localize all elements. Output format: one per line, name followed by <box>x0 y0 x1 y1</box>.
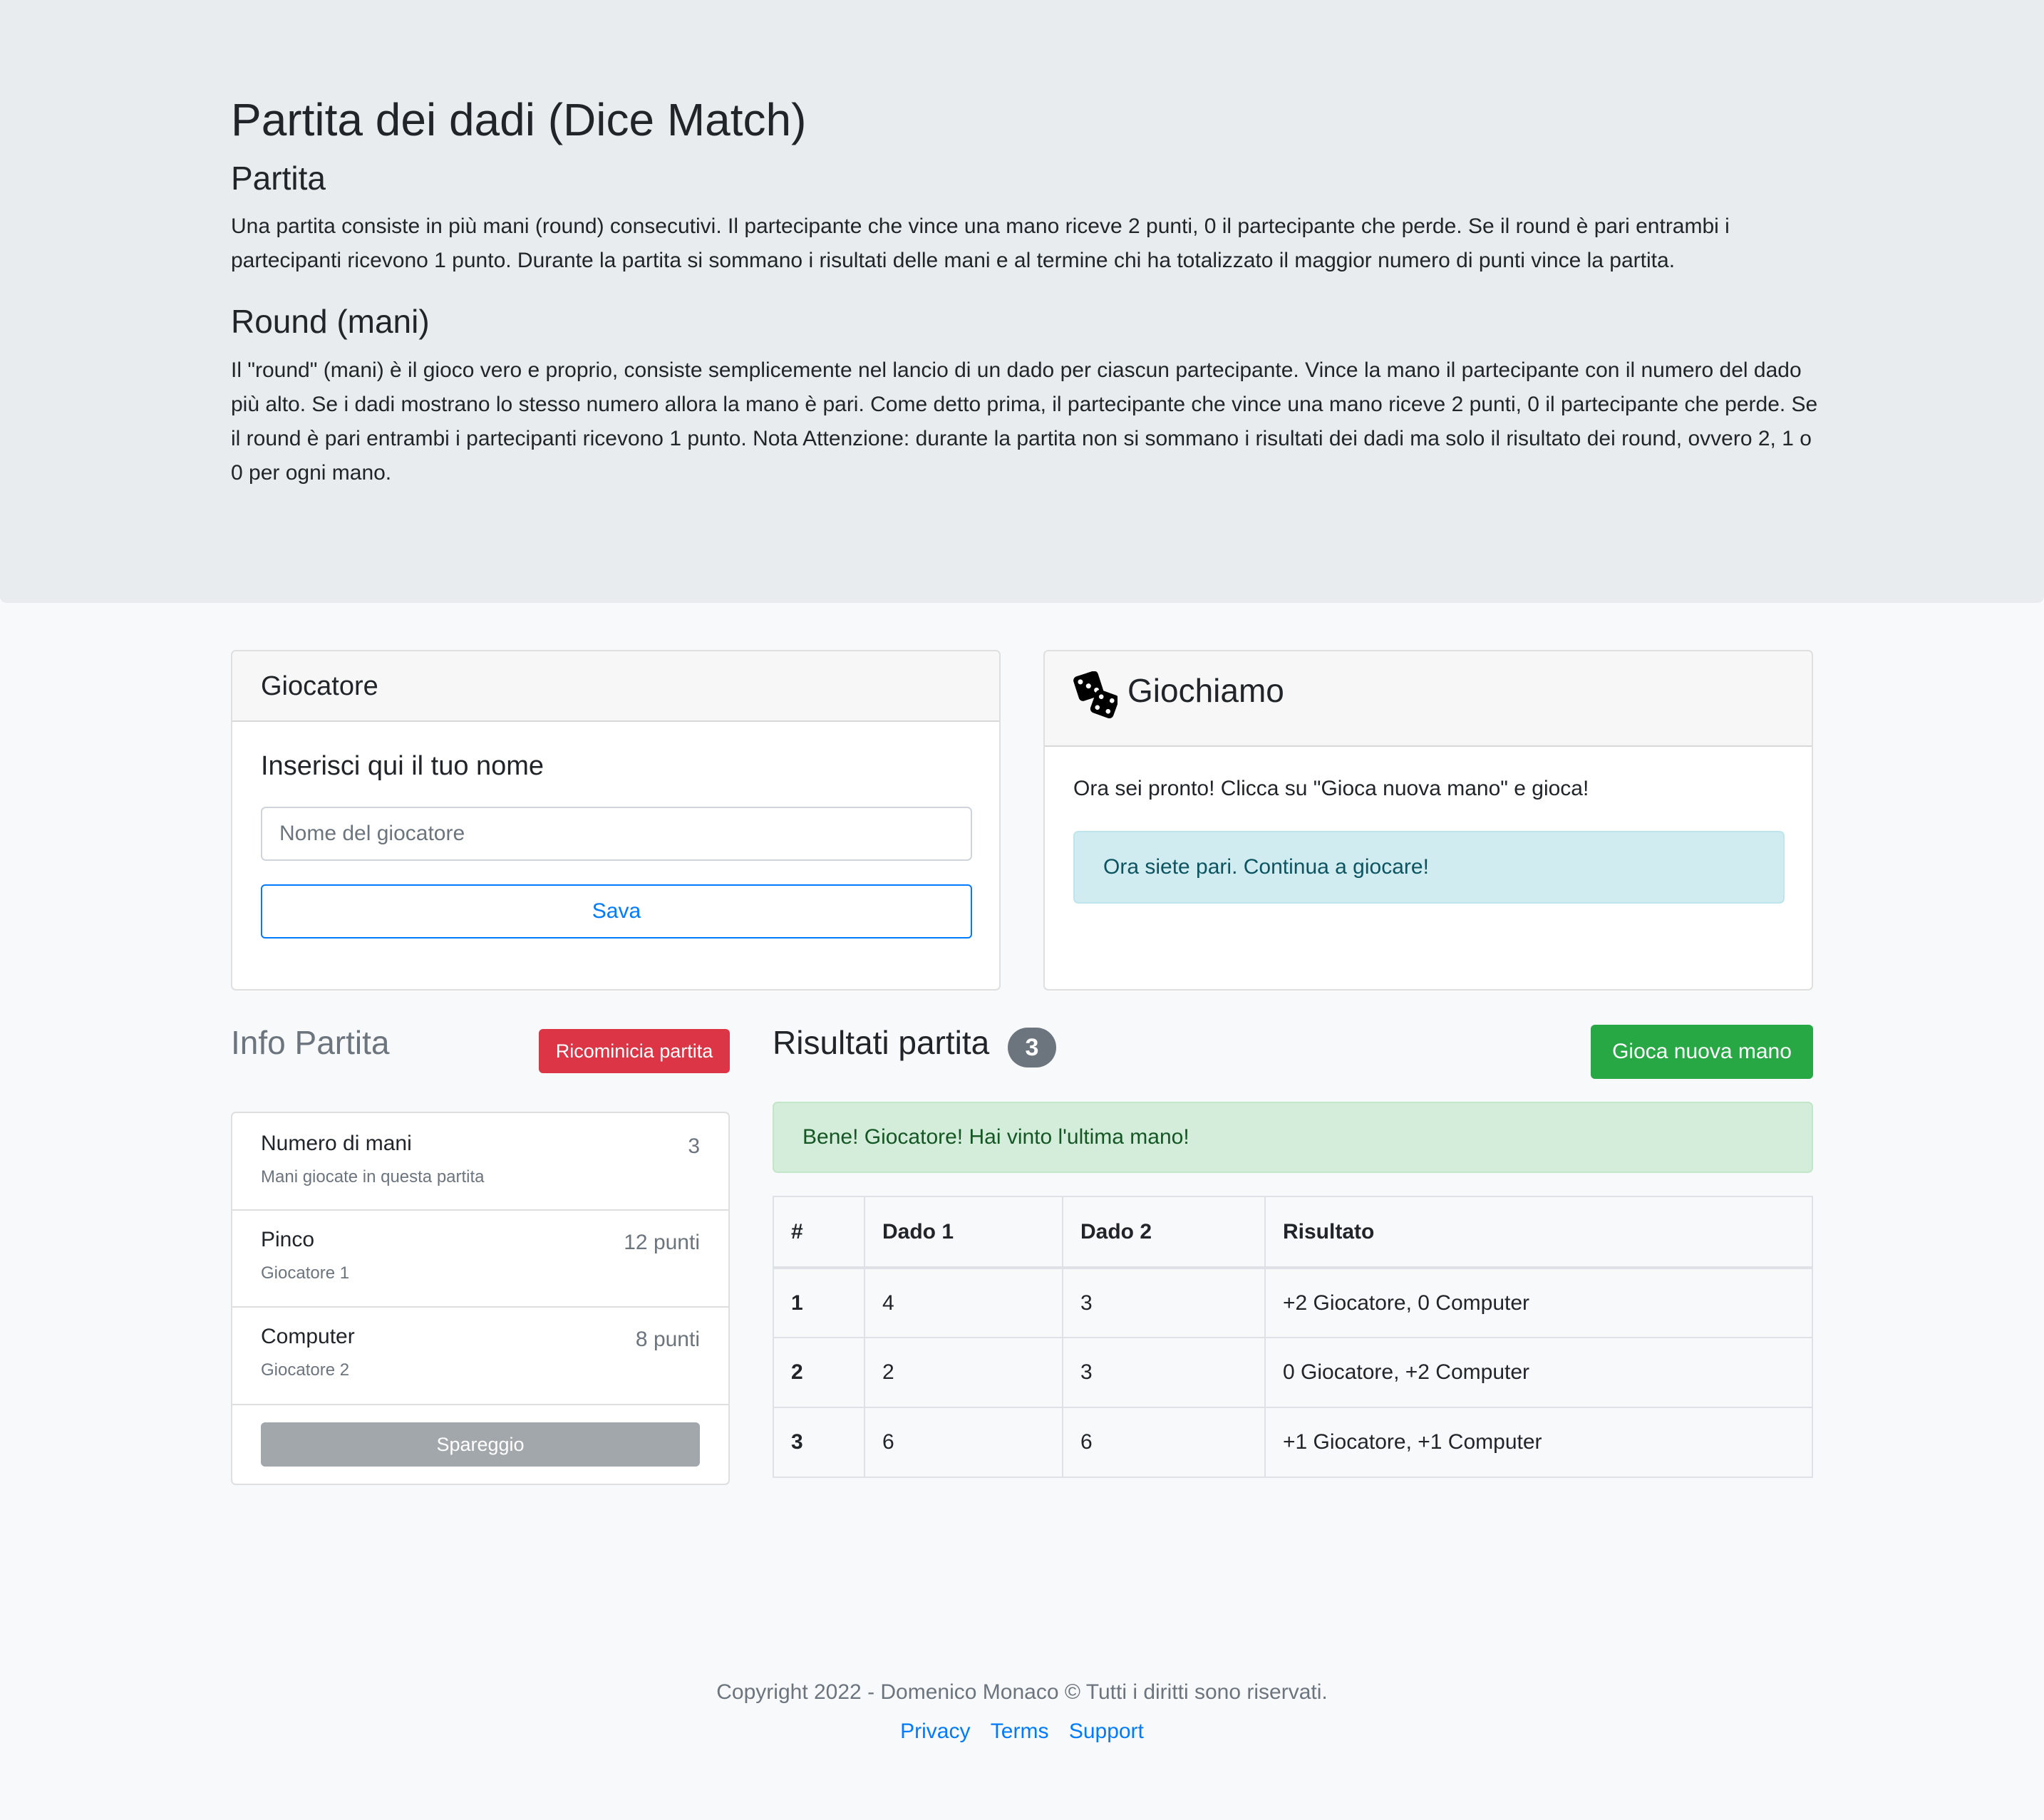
player-card: Giocatore Inserisci qui il tuo nome Sava <box>231 650 1001 991</box>
info-title: Info Partita <box>231 1024 390 1061</box>
play-card-title: Giochiamo <box>1127 672 1284 709</box>
tie-alert: Ora siete pari. Continua a giocare! <box>1073 831 1785 904</box>
list-item: Pinco Giocatore 1 12 punti <box>232 1211 728 1308</box>
play-instructions: Ora sei pronto! Clicca su "Gioca nuova m… <box>1073 777 1589 800</box>
list-item-value: 3 <box>688 1134 700 1158</box>
play-card: Giochiamo Ora sei pronto! Clicca su "Gio… <box>1043 650 1813 991</box>
table-row: 1 4 3 +2 Giocatore, 0 Computer <box>773 1267 1813 1338</box>
footer-link-privacy[interactable]: Privacy <box>900 1720 970 1743</box>
player-card-header: Giocatore <box>232 651 999 722</box>
round-number: 1 <box>773 1267 865 1338</box>
player-card-title: Giocatore <box>261 671 378 701</box>
die-2-value: 3 <box>1062 1267 1266 1338</box>
list-item-value: 12 punti <box>624 1231 700 1254</box>
footer-links: Privacy Terms Support <box>0 1720 2044 1744</box>
column-header: Risultato <box>1264 1196 1813 1269</box>
restart-match-button[interactable]: Ricominicia partita <box>539 1029 730 1073</box>
round-number: 2 <box>773 1337 865 1408</box>
save-button[interactable]: Sava <box>261 884 972 939</box>
list-item: Computer Giocatore 2 8 punti <box>232 1308 728 1405</box>
tiebreak-button[interactable]: Spareggio <box>261 1422 700 1467</box>
die-1-value: 6 <box>864 1407 1063 1478</box>
die-1-value: 2 <box>864 1337 1063 1408</box>
die-2-value: 3 <box>1062 1337 1266 1408</box>
dice-icon <box>1073 671 1120 719</box>
table-header-row: # Dado 1 Dado 2 Risultato <box>773 1196 1813 1269</box>
play-new-round-button[interactable]: Gioca nuova mano <box>1591 1025 1813 1079</box>
results-title: Risultati partita <box>773 1024 990 1061</box>
list-item-title: Numero di mani <box>261 1132 412 1155</box>
section-text-round: Il "round" (mani) è il gioco vero e prop… <box>231 358 1818 485</box>
section-heading-partita: Partita <box>231 160 326 197</box>
player-name-input[interactable] <box>261 807 972 861</box>
section-text-partita: Una partita consiste in più mani (round)… <box>231 214 1730 272</box>
intro-jumbotron: Partita dei dadi (Dice Match) Partita Un… <box>0 0 2044 603</box>
die-1-value: 4 <box>864 1267 1063 1338</box>
column-header: Dado 1 <box>864 1196 1063 1269</box>
section-heading-round: Round (mani) <box>231 303 430 340</box>
table-row: 3 6 6 +1 Giocatore, +1 Computer <box>773 1407 1813 1478</box>
column-header: # <box>773 1196 865 1269</box>
results-table: # Dado 1 Dado 2 Risultato 1 4 3 +2 Gioca… <box>773 1196 1813 1478</box>
rounds-count-badge: 3 <box>1008 1028 1056 1067</box>
round-result: 0 Giocatore, +2 Computer <box>1264 1337 1813 1408</box>
player-name-heading: Inserisci qui il tuo nome <box>261 751 544 781</box>
list-item-value: 8 punti <box>635 1328 700 1351</box>
win-alert: Bene! Giocatore! Hai vinto l'ultima mano… <box>773 1102 1813 1173</box>
round-number: 3 <box>773 1407 865 1478</box>
die-2-value: 6 <box>1062 1407 1266 1478</box>
list-item-title: Computer <box>261 1325 355 1348</box>
round-result: +2 Giocatore, 0 Computer <box>1264 1267 1813 1338</box>
list-item-subtitle: Giocatore 1 <box>261 1263 350 1283</box>
list-item-subtitle: Giocatore 2 <box>261 1360 350 1380</box>
info-list: Numero di mani Mani giocate in questa pa… <box>231 1112 730 1485</box>
round-result: +1 Giocatore, +1 Computer <box>1264 1407 1813 1478</box>
table-row: 2 2 3 0 Giocatore, +2 Computer <box>773 1337 1813 1408</box>
footer-link-support[interactable]: Support <box>1069 1720 1144 1743</box>
footer-copyright: Copyright 2022 - Domenico Monaco © Tutti… <box>716 1680 1328 1704</box>
list-item-title: Pinco <box>261 1228 315 1251</box>
page-title: Partita dei dadi (Dice Match) <box>231 94 807 145</box>
column-header: Dado 2 <box>1062 1196 1266 1269</box>
footer-link-terms[interactable]: Terms <box>991 1720 1049 1743</box>
list-item: Numero di mani Mani giocate in questa pa… <box>232 1113 728 1211</box>
play-card-header: Giochiamo <box>1045 651 1812 747</box>
list-item-subtitle: Mani giocate in questa partita <box>261 1167 485 1186</box>
